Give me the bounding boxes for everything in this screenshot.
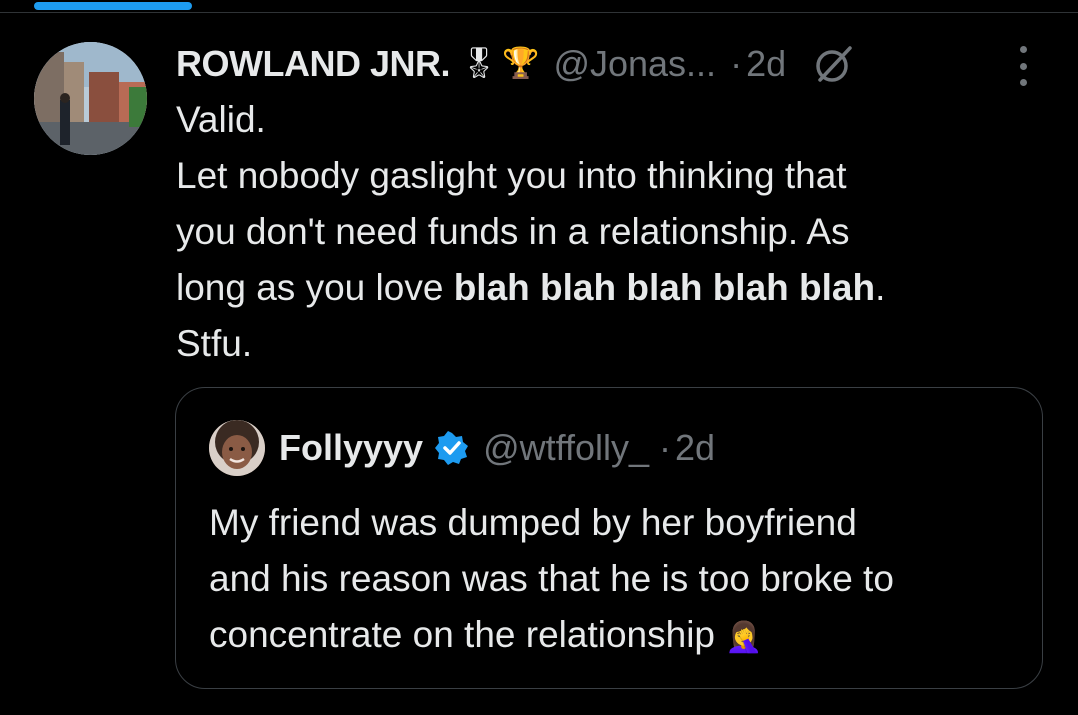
tab-indicator bbox=[34, 2, 192, 10]
tweet-line-start: long as you love bbox=[176, 267, 454, 308]
tweet-line: long as you love blah blah blah blah bla… bbox=[176, 260, 1036, 316]
quoted-tweet[interactable]: Follyyyy @wtffolly_ · 2d My friend was d… bbox=[175, 387, 1043, 689]
author-name[interactable]: ROWLAND JNR. bbox=[176, 43, 450, 85]
timestamp[interactable]: 2d bbox=[746, 43, 786, 85]
divider bbox=[0, 12, 1078, 13]
facepalm-emoji: 🤦‍♀️ bbox=[725, 620, 763, 655]
tweet-line-end: . bbox=[875, 267, 886, 308]
quote-line: and his reason was that he is too broke … bbox=[209, 558, 894, 599]
separator-dot: · bbox=[730, 43, 743, 84]
more-icon[interactable] bbox=[1015, 46, 1031, 86]
avatar-photo bbox=[34, 42, 147, 155]
avatar[interactable] bbox=[34, 42, 147, 155]
tweet-text: Valid. Let nobody gaslight you into thin… bbox=[176, 92, 1036, 372]
verified-badge-icon bbox=[435, 431, 469, 465]
tweet-header: ROWLAND JNR. 🎖 🏆 @Jonas... · 2d bbox=[176, 38, 856, 90]
tweet-line: you don't need funds in a relationship. … bbox=[176, 211, 850, 252]
tweet-line: Valid. bbox=[176, 99, 266, 140]
author-handle[interactable]: @Jonas... bbox=[553, 43, 716, 85]
grok-icon[interactable] bbox=[812, 42, 856, 86]
quote-author-name[interactable]: Follyyyy bbox=[279, 427, 423, 469]
bold-phrase: blah blah blah blah blah bbox=[453, 267, 876, 308]
quote-line-text: concentrate on the relationship bbox=[209, 614, 726, 655]
quote-line: concentrate on the relationship 🤦‍♀️ bbox=[209, 607, 1019, 666]
quote-avatar-photo bbox=[209, 420, 265, 476]
trophy-badge: 🏆 bbox=[502, 46, 540, 81]
quote-author-handle[interactable]: @wtffolly_ bbox=[483, 427, 649, 469]
separator-dot: · bbox=[659, 427, 672, 468]
medal-badge: 🎖 bbox=[459, 46, 499, 81]
quote-header: Follyyyy @wtffolly_ · 2d bbox=[279, 422, 715, 474]
quote-timestamp[interactable]: 2d bbox=[675, 427, 715, 469]
quote-line: My friend was dumped by her boyfriend bbox=[209, 502, 857, 543]
quote-avatar[interactable] bbox=[209, 420, 265, 476]
quote-text: My friend was dumped by her boyfriend an… bbox=[209, 495, 1019, 666]
tweet-line: Let nobody gaslight you into thinking th… bbox=[176, 155, 847, 196]
tweet-line: Stfu. bbox=[176, 323, 253, 364]
